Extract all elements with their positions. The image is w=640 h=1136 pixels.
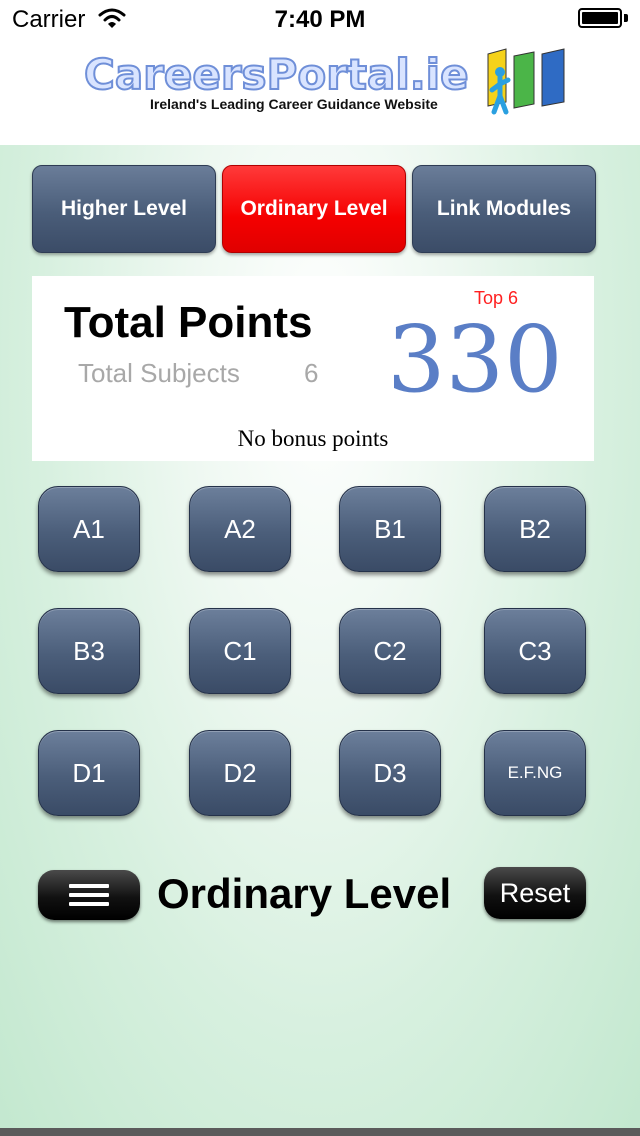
status-bar: Carrier 7:40 PM [0, 0, 640, 40]
reset-button[interactable]: Reset [484, 867, 586, 919]
grade-button-d2[interactable]: D2 [189, 730, 291, 816]
app-header: CareersPortal.ie Ireland's Leading Caree… [0, 40, 640, 145]
total-subjects-count: 6 [304, 358, 319, 388]
tab-ordinary-level[interactable]: Ordinary Level [222, 165, 406, 253]
grade-button-b2[interactable]: B2 [484, 486, 586, 572]
doors-logo-icon [487, 48, 565, 115]
grade-button-c2[interactable]: C2 [339, 608, 441, 694]
points-panel: Total Points Total Subjects 6 Top 6 330 … [32, 276, 594, 461]
grade-button-d1[interactable]: D1 [38, 730, 140, 816]
main-content: Higher Level Ordinary Level Link Modules… [0, 145, 640, 1136]
grade-button-d3[interactable]: D3 [339, 730, 441, 816]
clock: 7:40 PM [274, 6, 366, 33]
grade-button-c1[interactable]: C1 [189, 608, 291, 694]
logo-tagline: Ireland's Leading Career Guidance Websit… [150, 96, 438, 112]
tab-higher-level[interactable]: Higher Level [32, 165, 216, 253]
menu-button[interactable] [38, 870, 140, 920]
bottom-edge [0, 1128, 640, 1136]
total-points-title: Total Points [64, 298, 313, 347]
grade-button-b1[interactable]: B1 [339, 486, 441, 572]
grade-button-a2[interactable]: A2 [189, 486, 291, 572]
total-subjects-label: Total Subjects [78, 358, 240, 388]
tab-link-modules[interactable]: Link Modules [412, 165, 596, 253]
battery-icon [578, 8, 628, 30]
total-points-value: 330 [387, 306, 563, 413]
grade-button-b3[interactable]: B3 [38, 608, 140, 694]
careersportal-logo: CareersPortal.ie [83, 49, 470, 100]
grade-button-a1[interactable]: A1 [38, 486, 140, 572]
bonus-points-text: No bonus points [237, 426, 389, 451]
grade-button-c3[interactable]: C3 [484, 608, 586, 694]
grade-button-efng[interactable]: E.F.NG [484, 730, 586, 816]
current-level-label: Ordinary Level [157, 870, 452, 917]
